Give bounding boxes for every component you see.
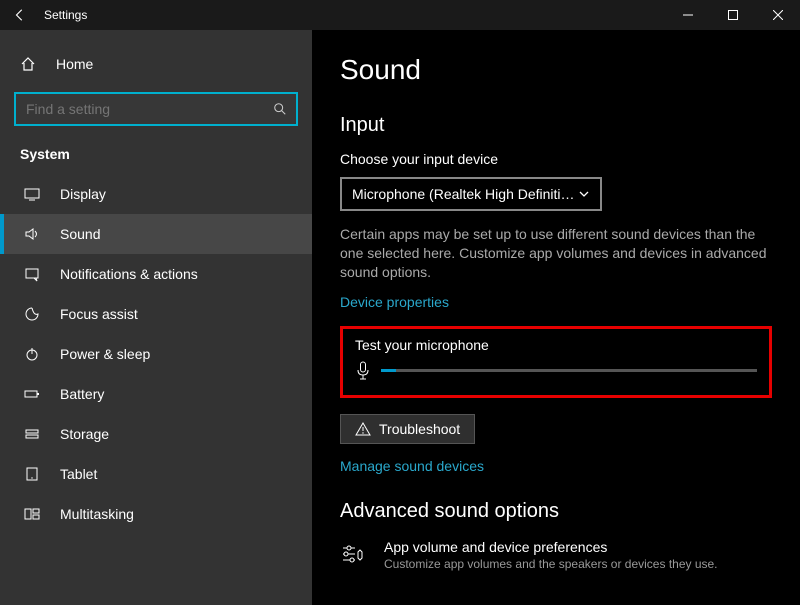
- close-button[interactable]: [755, 0, 800, 30]
- sidebar-item-tablet[interactable]: Tablet: [0, 454, 312, 494]
- sidebar-item-battery[interactable]: Battery: [0, 374, 312, 414]
- sidebar-item-multitasking[interactable]: Multitasking: [0, 494, 312, 534]
- sidebar-item-storage[interactable]: Storage: [0, 414, 312, 454]
- microphone-level-fill: [381, 369, 396, 372]
- sidebar-item-sound[interactable]: Sound: [0, 214, 312, 254]
- notifications-icon: [24, 266, 44, 282]
- multitasking-icon: [24, 506, 44, 522]
- maximize-button[interactable]: [710, 0, 755, 30]
- chevron-down-icon: [578, 188, 590, 200]
- sidebar-item-label: Battery: [60, 386, 104, 402]
- dropdown-value: Microphone (Realtek High Definiti…: [352, 186, 575, 202]
- home-label: Home: [56, 56, 93, 72]
- back-button[interactable]: [8, 8, 32, 22]
- troubleshoot-label: Troubleshoot: [379, 421, 460, 437]
- power-icon: [24, 346, 44, 362]
- search-input[interactable]: [16, 101, 264, 117]
- test-microphone-box: Test your microphone: [340, 326, 772, 398]
- advanced-section-title: Advanced sound options: [340, 500, 772, 523]
- sidebar-item-label: Power & sleep: [60, 346, 150, 362]
- sidebar-item-label: Notifications & actions: [60, 266, 198, 282]
- close-icon: [773, 10, 783, 20]
- troubleshoot-button[interactable]: Troubleshoot: [340, 414, 475, 444]
- sidebar-item-label: Multitasking: [60, 506, 134, 522]
- main-content: Sound Input Choose your input device Mic…: [312, 30, 800, 605]
- sidebar-item-label: Display: [60, 186, 106, 202]
- minimize-icon: [683, 10, 693, 20]
- arrow-left-icon: [13, 8, 27, 22]
- search-icon: [264, 102, 296, 116]
- microphone-level-bar: [381, 369, 757, 372]
- input-help-text: Certain apps may be set up to use differ…: [340, 225, 770, 282]
- sidebar-item-label: Sound: [60, 226, 100, 242]
- window-title: Settings: [44, 8, 665, 22]
- maximize-icon: [728, 10, 738, 20]
- display-icon: [24, 186, 44, 202]
- test-microphone-label: Test your microphone: [355, 337, 757, 353]
- sidebar-item-focus-assist[interactable]: Focus assist: [0, 294, 312, 334]
- sidebar-section-label: System: [0, 140, 312, 174]
- sidebar-item-label: Storage: [60, 426, 109, 442]
- device-properties-link[interactable]: Device properties: [340, 294, 449, 310]
- sidebar-item-power-sleep[interactable]: Power & sleep: [0, 334, 312, 374]
- page-title: Sound: [340, 54, 772, 86]
- sidebar-item-label: Tablet: [60, 466, 97, 482]
- minimize-button[interactable]: [665, 0, 710, 30]
- sidebar-item-display[interactable]: Display: [0, 174, 312, 214]
- storage-icon: [24, 426, 44, 442]
- sidebar: Home System Display Sound Notifications …: [0, 30, 312, 605]
- app-volume-title: App volume and device preferences: [384, 539, 718, 555]
- sidebar-item-label: Focus assist: [60, 306, 138, 322]
- manage-sound-devices-link[interactable]: Manage sound devices: [340, 458, 484, 474]
- home-icon: [20, 56, 40, 72]
- app-volume-row[interactable]: App volume and device preferences Custom…: [340, 539, 772, 571]
- app-volume-desc: Customize app volumes and the speakers o…: [384, 557, 718, 571]
- search-box[interactable]: [14, 92, 298, 126]
- sidebar-item-notifications[interactable]: Notifications & actions: [0, 254, 312, 294]
- focus-assist-icon: [24, 306, 44, 322]
- app-volume-icon: [340, 539, 368, 566]
- input-device-dropdown[interactable]: Microphone (Realtek High Definiti…: [340, 177, 602, 211]
- battery-icon: [24, 386, 44, 402]
- choose-device-label: Choose your input device: [340, 151, 772, 167]
- home-nav[interactable]: Home: [0, 46, 312, 82]
- sound-icon: [24, 226, 44, 242]
- microphone-icon: [355, 361, 371, 381]
- warning-icon: [355, 421, 371, 437]
- tablet-icon: [24, 466, 44, 482]
- input-section-title: Input: [340, 114, 772, 137]
